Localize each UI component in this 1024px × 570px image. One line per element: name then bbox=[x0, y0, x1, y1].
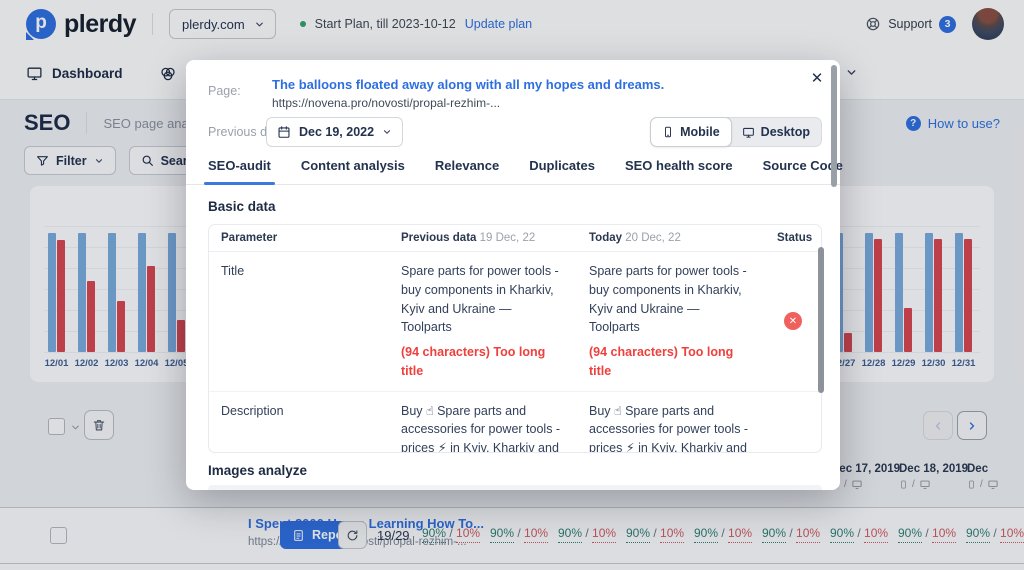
tab-seo-health-score[interactable]: SEO health score bbox=[625, 158, 733, 184]
cell-text: Buy ☝ Spare parts and accessories for po… bbox=[589, 402, 753, 454]
status-cell: ✓ bbox=[765, 392, 821, 454]
basic-data-heading: Basic data bbox=[208, 199, 276, 214]
tab-content-analysis[interactable]: Content analysis bbox=[301, 158, 405, 184]
col-parameter: Parameter bbox=[209, 232, 389, 244]
toggle-desktop-label: Desktop bbox=[761, 125, 810, 139]
calendar-icon bbox=[277, 125, 291, 139]
basic-data-table: Parameter Previous data 19 Dec, 22 Today… bbox=[208, 224, 822, 453]
mobile-phone-icon bbox=[662, 126, 674, 138]
images-analyze-heading: Images analyze bbox=[208, 463, 307, 478]
status-cell: ✕ bbox=[765, 252, 821, 391]
modal-page-url: https://novena.pro/novosti/propal-rezhim… bbox=[272, 96, 500, 110]
parameter-cell: Description bbox=[209, 392, 389, 454]
tab-seo-audit[interactable]: SEO-audit bbox=[208, 158, 271, 184]
cell-note: (94 characters) Too long title bbox=[401, 343, 565, 381]
chevron-down-icon bbox=[382, 127, 392, 137]
seo-analysis-modal: ✕ Page: The balloons floated away along … bbox=[186, 60, 840, 490]
col-today-date: 20 Dec, 22 bbox=[625, 232, 681, 244]
toggle-mobile-label: Mobile bbox=[680, 125, 720, 139]
toggle-desktop[interactable]: Desktop bbox=[731, 118, 821, 146]
close-icon[interactable]: ✕ bbox=[806, 67, 828, 89]
table-row: DescriptionBuy ☝ Spare parts and accesso… bbox=[209, 392, 821, 454]
device-toggle: Mobile Desktop bbox=[650, 117, 822, 147]
col-previous-date: 19 Dec, 22 bbox=[480, 232, 536, 244]
today-cell: Spare parts for power tools - buy compon… bbox=[577, 252, 765, 391]
modal-page-title-link[interactable]: The balloons floated away along with all… bbox=[272, 77, 664, 92]
previous-cell: Spare parts for power tools - buy compon… bbox=[389, 252, 577, 391]
date-picker-value: Dec 19, 2022 bbox=[299, 125, 374, 139]
modal-scrollbar-thumb[interactable] bbox=[831, 65, 837, 187]
col-today: Today 20 Dec, 22 bbox=[577, 232, 765, 244]
col-previous: Previous data 19 Dec, 22 bbox=[389, 232, 577, 244]
modal-tabs: SEO-audit Content analysis Relevance Duplic… bbox=[186, 158, 840, 185]
cell-text: Spare parts for power tools - buy compon… bbox=[589, 262, 753, 337]
parameter-cell: Title bbox=[209, 252, 389, 391]
previous-cell: Buy ☝ Spare parts and accessories for po… bbox=[389, 392, 577, 454]
date-picker[interactable]: Dec 19, 2022 bbox=[266, 117, 403, 147]
error-status-icon: ✕ bbox=[784, 312, 802, 330]
tab-duplicates[interactable]: Duplicates bbox=[529, 158, 595, 184]
table-scrollbar-thumb[interactable] bbox=[818, 247, 824, 393]
today-cell: Buy ☝ Spare parts and accessories for po… bbox=[577, 392, 765, 454]
screen: p plerdy plerdy.com Start Plan, till 202… bbox=[0, 0, 1024, 570]
cell-text: Buy ☝ Spare parts and accessories for po… bbox=[401, 402, 565, 454]
cell-text: Spare parts for power tools - buy compon… bbox=[401, 262, 565, 337]
table-row: TitleSpare parts for power tools - buy c… bbox=[209, 252, 821, 392]
basic-table-rows: TitleSpare parts for power tools - buy c… bbox=[209, 252, 821, 453]
desktop-monitor-icon bbox=[742, 126, 755, 139]
tab-relevance[interactable]: Relevance bbox=[435, 158, 499, 184]
toggle-mobile[interactable]: Mobile bbox=[650, 117, 732, 147]
table-header: Parameter Previous data 19 Dec, 22 Today… bbox=[209, 225, 821, 252]
images-table-edge bbox=[208, 485, 822, 490]
cell-note: (94 characters) Too long title bbox=[589, 343, 753, 381]
page-label: Page: bbox=[208, 84, 241, 98]
col-status: Status bbox=[765, 232, 821, 244]
